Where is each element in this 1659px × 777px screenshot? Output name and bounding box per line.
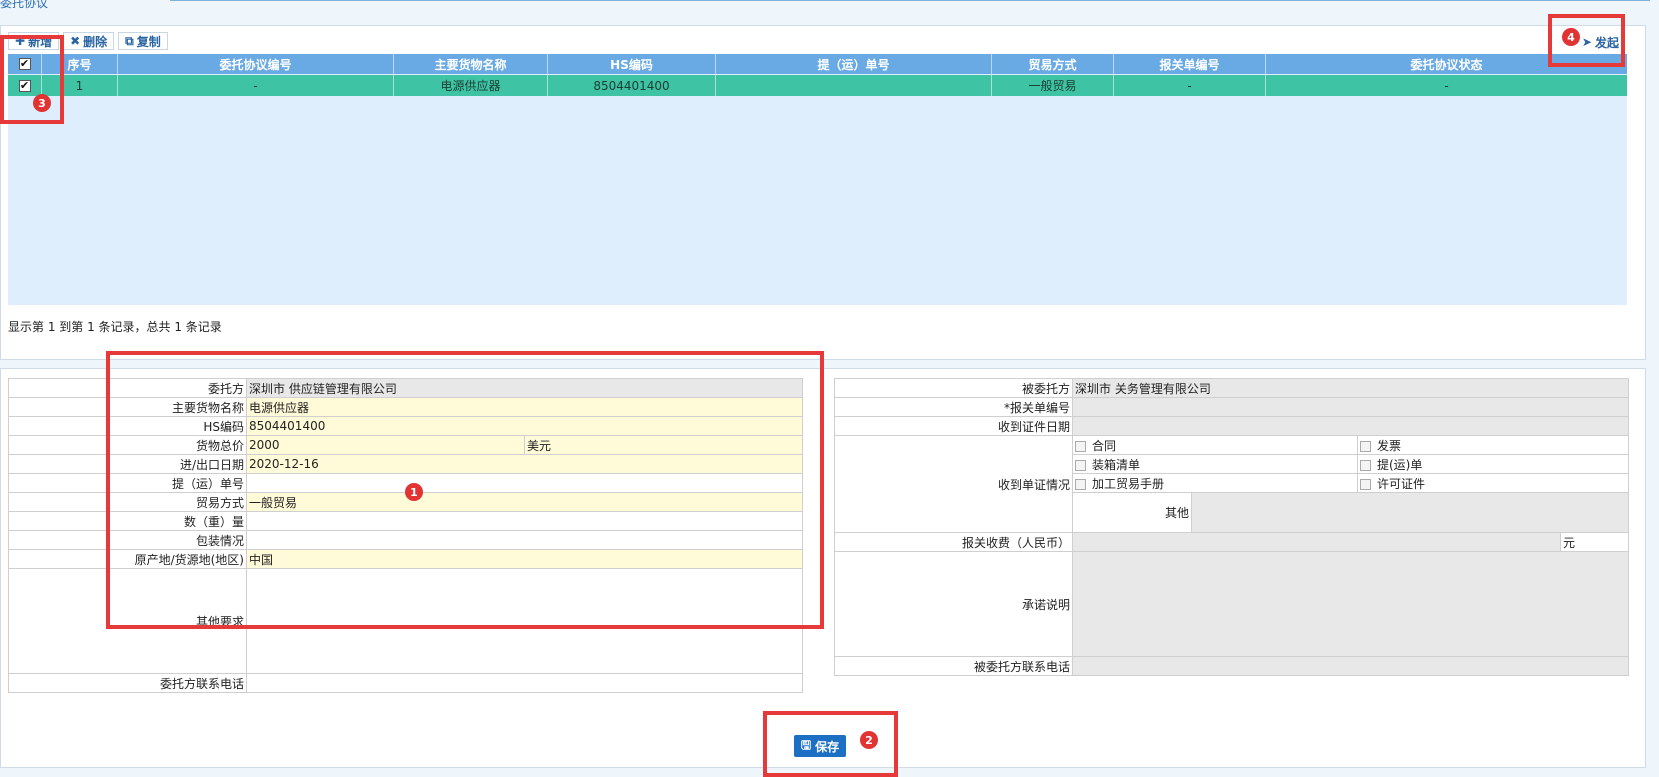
checkbox-box[interactable] xyxy=(1360,478,1371,490)
col-header-goods-name[interactable]: 主要货物名称 xyxy=(394,54,548,74)
checkbox-label: 加工贸易手册 xyxy=(1092,476,1165,491)
docs-other-label: 其他 xyxy=(1072,492,1192,533)
cell-goods-name: 电源供应器 xyxy=(394,75,548,96)
col-header-hs-code[interactable]: HS编码 xyxy=(548,54,716,74)
tab-underline xyxy=(170,0,1650,1)
docs-other-field[interactable] xyxy=(1190,492,1630,533)
highlight-box-1 xyxy=(106,351,824,629)
annotation-badge-4: 4 xyxy=(1562,28,1580,46)
copy-button[interactable]: ⧉ 复制 xyxy=(118,32,168,50)
checkbox-label: 发票 xyxy=(1377,438,1402,453)
fee-label: 报关收费（人民币） xyxy=(834,532,1073,552)
checkbox-label: 许可证件 xyxy=(1377,476,1426,491)
checkbox-contract[interactable]: 合同 xyxy=(1072,435,1358,455)
copy-icon: ⧉ xyxy=(125,33,134,48)
col-header-agreement-no[interactable]: 委托协议编号 xyxy=(118,54,394,74)
promise-field[interactable] xyxy=(1071,551,1630,657)
delete-label: 删除 xyxy=(83,34,108,49)
page-tab-title[interactable]: 委托协议 xyxy=(0,0,48,11)
cell-bill-no xyxy=(716,75,992,96)
checkbox-processing-manual[interactable]: 加工贸易手册 xyxy=(1072,473,1358,493)
table-row[interactable]: ✔ 1 - 电源供应器 8504401400 一般贸易 - - xyxy=(8,75,1627,96)
col-header-declaration-no[interactable]: 报关单编号 xyxy=(1114,54,1266,74)
col-header-trade-mode[interactable]: 贸易方式 xyxy=(992,54,1114,74)
checkbox-label: 合同 xyxy=(1092,438,1117,453)
cert-date-label: 收到证件日期 xyxy=(834,416,1073,436)
highlight-box-2 xyxy=(763,711,898,777)
fee-unit: 元 xyxy=(1559,532,1630,552)
decl-no-field[interactable] xyxy=(1071,397,1630,417)
copy-label: 复制 xyxy=(136,34,161,49)
cell-declaration-no: - xyxy=(1114,75,1266,96)
checkbox-box[interactable] xyxy=(1360,440,1371,452)
data-grid: ✔ 序号 委托协议编号 主要货物名称 HS编码 提（运）单号 贸易方式 报关单编… xyxy=(8,54,1627,305)
checkbox-box[interactable] xyxy=(1075,440,1086,452)
entrusted-label: 被委托方 xyxy=(834,378,1073,398)
decl-no-label: *报关单编号 xyxy=(834,397,1073,417)
docs-label: 收到单证情况 xyxy=(834,435,1073,533)
highlight-box-3 xyxy=(0,35,64,124)
checkbox-label: 装箱清单 xyxy=(1092,457,1141,472)
cert-date-field[interactable] xyxy=(1071,416,1630,436)
client-phone-field[interactable] xyxy=(245,673,804,693)
col-header-bill-no[interactable]: 提（运）单号 xyxy=(716,54,992,74)
checkbox-invoice[interactable]: 发票 xyxy=(1356,435,1630,455)
close-icon: ✖ xyxy=(70,34,81,48)
client-phone-label: 委托方联系电话 xyxy=(8,673,247,693)
grid-header: ✔ 序号 委托协议编号 主要货物名称 HS编码 提（运）单号 贸易方式 报关单编… xyxy=(8,54,1627,74)
cell-hs-code: 8504401400 xyxy=(548,75,716,96)
entrusted-field[interactable]: 深圳市 关务管理有限公司 xyxy=(1071,378,1630,398)
checkbox-box[interactable] xyxy=(1075,478,1086,490)
checkbox-bill[interactable]: 提(运)单 xyxy=(1356,454,1630,474)
checkbox-box[interactable] xyxy=(1360,459,1371,471)
entrusted-phone-label: 被委托方联系电话 xyxy=(834,656,1073,676)
cell-trade-mode: 一般贸易 xyxy=(992,75,1114,96)
annotation-badge-1: 1 xyxy=(405,483,423,501)
cell-agreement-no: - xyxy=(118,75,394,96)
promise-label: 承诺说明 xyxy=(834,551,1073,657)
highlight-box-4 xyxy=(1548,14,1625,67)
fee-field[interactable] xyxy=(1072,532,1561,552)
cell-status: - xyxy=(1444,78,1449,93)
delete-button[interactable]: ✖ 删除 xyxy=(63,32,115,50)
checkbox-license[interactable]: 许可证件 xyxy=(1356,473,1630,493)
annotation-badge-2: 2 xyxy=(860,731,878,749)
entrusted-form: 被委托方 深圳市 关务管理有限公司 *报关单编号 收到证件日期 收到单证情况 合… xyxy=(834,378,1630,676)
entrusted-phone-field[interactable] xyxy=(1071,656,1630,676)
checkbox-label: 提(运)单 xyxy=(1377,457,1423,472)
annotation-badge-3: 3 xyxy=(33,94,51,112)
pagination-info: 显示第 1 到第 1 条记录，总共 1 条记录 xyxy=(8,320,222,334)
checkbox-packing-list[interactable]: 装箱清单 xyxy=(1072,454,1358,474)
checkbox-box[interactable] xyxy=(1075,459,1086,471)
